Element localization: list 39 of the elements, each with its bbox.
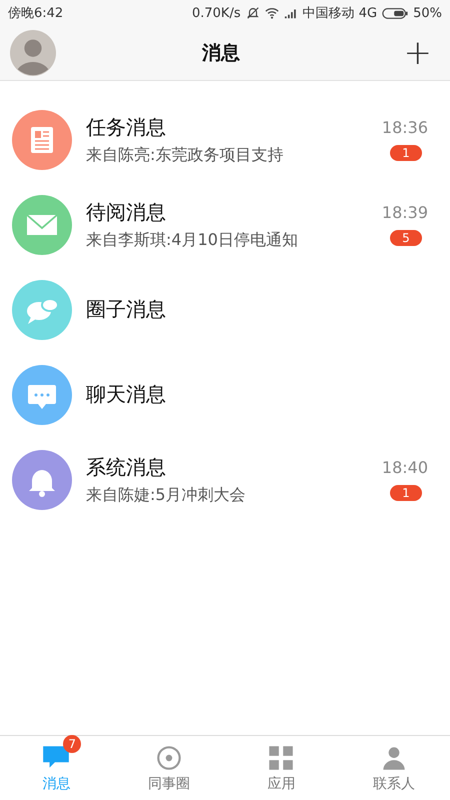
tab[interactable]: 应用: [225, 736, 338, 800]
bell-icon: [12, 450, 72, 510]
message-row[interactable]: 任务消息 来自陈亮:东莞政务项目支持 18:36 1: [0, 97, 450, 182]
unread-count: 1: [390, 145, 422, 161]
screen-title: 消息: [202, 41, 240, 66]
tab[interactable]: 同事圈: [112, 736, 225, 800]
message-preview: 来自陈亮:东莞政务项目支持: [86, 144, 284, 166]
message-title: 圈子消息: [86, 296, 167, 323]
message-icon: [12, 364, 72, 424]
avatar: [10, 30, 56, 76]
battery-icon: [382, 6, 408, 20]
wifi-icon: [264, 6, 279, 20]
message-row[interactable]: 系统消息 来自陈婕:5月冲刺大会 18:40 1: [0, 437, 450, 522]
unread-count: 1: [390, 485, 422, 501]
chat-bubbles-icon: [12, 280, 72, 340]
message-row[interactable]: 圈子消息: [0, 267, 450, 352]
message-row[interactable]: 聊天消息: [0, 352, 450, 437]
document-icon: [12, 110, 72, 170]
status-time: 傍晚6:42: [8, 5, 64, 22]
message-title: 系统消息: [86, 454, 167, 480]
message-preview: 来自李斯琪:4月10日停电通知: [86, 230, 299, 250]
message-preview: 来自陈婕:5月冲刺大会: [86, 484, 247, 506]
message-title: 待阅消息: [86, 198, 167, 226]
tab[interactable]: 7 消息: [0, 736, 112, 800]
add-button[interactable]: +: [386, 36, 432, 70]
envelope-icon: [12, 194, 72, 254]
unread-count: 5: [390, 230, 422, 246]
message-time: 18:36: [382, 118, 428, 137]
tab[interactable]: 联系人: [338, 736, 450, 800]
bell-muted-icon: [246, 6, 260, 20]
notification-badge: 7: [63, 735, 82, 753]
battery-level: 50%: [413, 6, 442, 20]
message-time: 18:40: [382, 458, 428, 477]
message-title: 任务消息: [86, 114, 167, 140]
message-title: 聊天消息: [86, 381, 167, 408]
carrier-label: 中国移动 4G: [302, 5, 378, 22]
message-time: 18:39: [382, 203, 428, 222]
message-row[interactable]: 待阅消息 来自李斯琪:4月10日停电通知 18:39 5: [0, 182, 450, 267]
network-speed: 0.70K/s: [192, 6, 241, 20]
